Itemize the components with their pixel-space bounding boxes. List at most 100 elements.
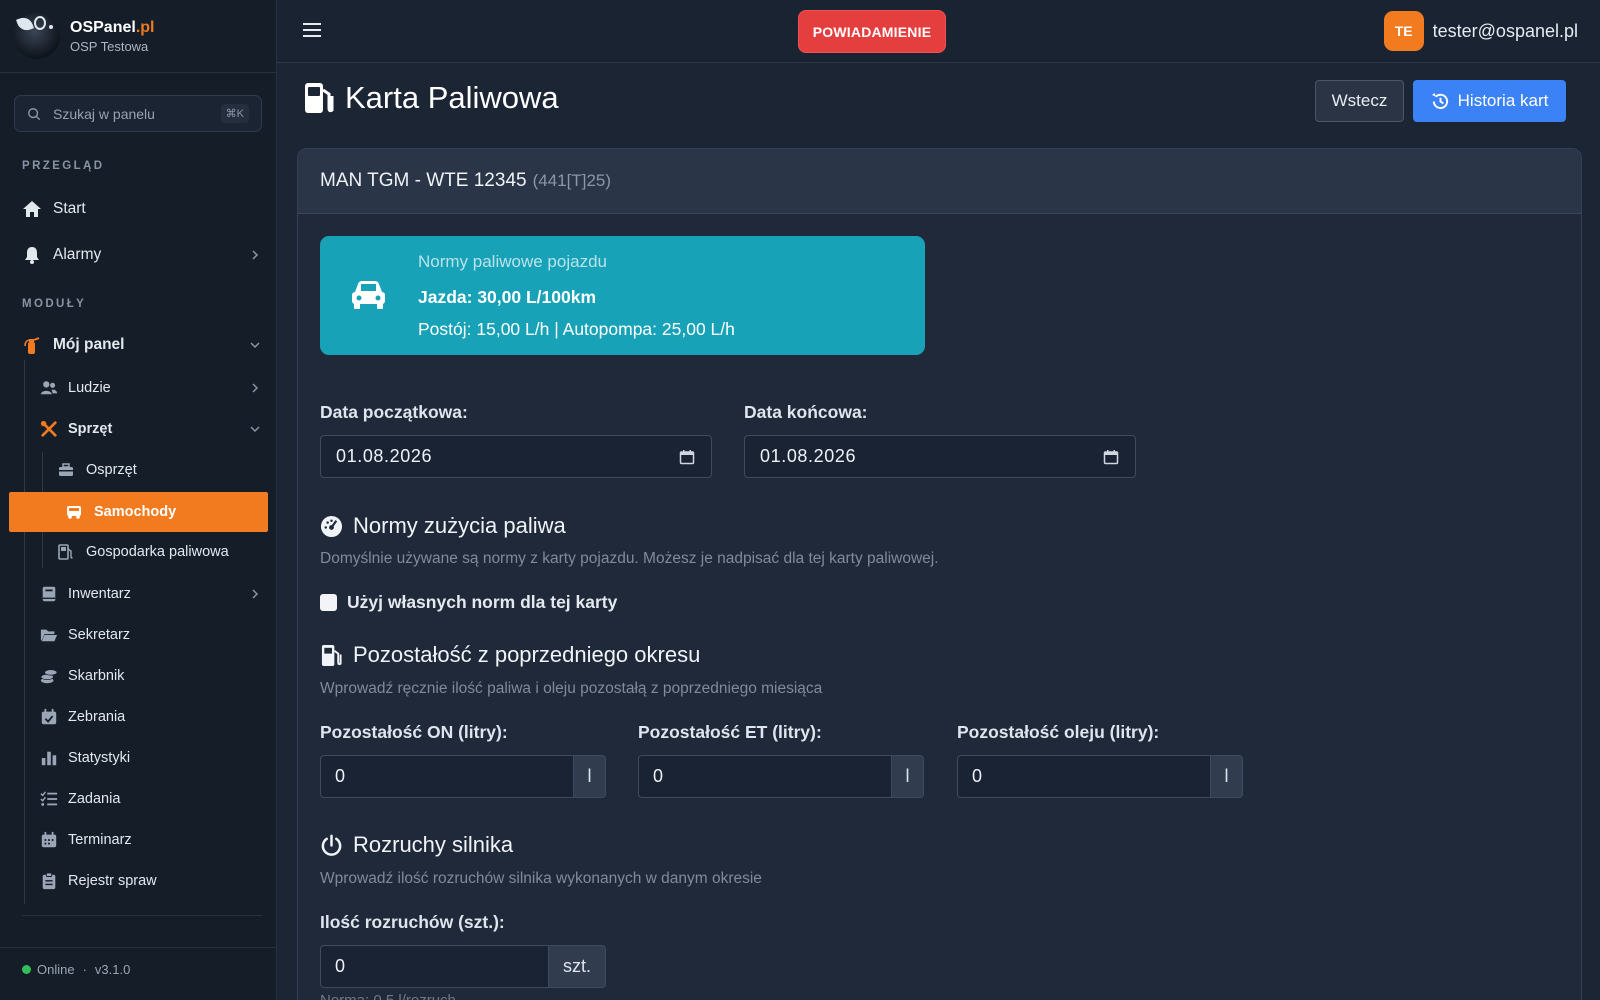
section-overview-label: PRZEGLĄD — [22, 160, 105, 172]
car-icon — [352, 281, 385, 309]
history-icon — [1431, 92, 1448, 109]
search-icon — [28, 107, 41, 120]
chevron-right-icon — [252, 383, 259, 393]
unit-liters: l — [891, 755, 924, 798]
home-icon — [23, 201, 41, 217]
user-menu[interactable]: TE tester@ospanel.pl — [1383, 11, 1578, 51]
tree-line — [24, 360, 25, 904]
calendar-icon — [41, 831, 57, 848]
leftover-et-label: Pozostałość ET (litry): — [638, 722, 822, 742]
engine-starts-title: Rozruchy silnika — [320, 832, 513, 858]
sidebar-item-fuel[interactable]: Gospodarka paliwowa — [58, 537, 258, 567]
brand-name: OSPanel.pl — [70, 18, 155, 36]
online-status-dot — [22, 965, 31, 974]
list-check-icon — [40, 791, 58, 806]
hamburger-menu-icon[interactable] — [303, 22, 321, 38]
starts-count-label: Ilość rozruchów (szt.): — [320, 912, 505, 932]
sidebar-item-secretary[interactable]: Sekretarz — [40, 620, 260, 650]
fire-extinguisher-icon — [24, 337, 40, 354]
back-button[interactable]: Wstecz — [1315, 80, 1404, 122]
sidebar-item-meetings[interactable]: Zebrania — [40, 702, 260, 732]
card-header: MAN TGM - WTE 12345 (441[T]25) — [298, 149, 1581, 214]
truck-icon — [67, 506, 81, 519]
date-start-label: Data początkowa: — [320, 402, 468, 422]
notification-button[interactable]: POWIADAMIENIE — [799, 11, 945, 52]
leftover-oil-input[interactable]: 0 l — [957, 755, 1243, 798]
search-shortcut: ⌘K — [220, 104, 249, 123]
vehicle-name: MAN TGM - WTE 12345 — [320, 170, 527, 191]
leftover-oil-label: Pozostałość oleju (litry): — [957, 722, 1160, 742]
vehicle-code: (441[T]25) — [532, 171, 612, 190]
leftover-title: Pozostałość z poprzedniego okresu — [320, 642, 700, 668]
sidebar-item-calendar[interactable]: Terminarz — [40, 825, 260, 855]
unit-pieces: szt. — [548, 945, 606, 988]
sidebar-item-alarms[interactable]: Alarmy — [22, 239, 260, 271]
sidebar-item-my-panel[interactable]: Mój panel — [22, 329, 260, 361]
date-start-input[interactable]: 01.08.2026 — [320, 435, 712, 478]
date-end-input[interactable]: 01.08.2026 — [744, 435, 1136, 478]
leftover-on-input[interactable]: 0 l — [320, 755, 606, 798]
sidebar-item-tasks[interactable]: Zadania — [40, 784, 260, 814]
calendar-icon[interactable] — [679, 449, 695, 465]
search-placeholder: Szukaj w panelu — [53, 105, 155, 122]
sidebar-divider — [0, 947, 277, 948]
brand-logo — [14, 13, 60, 59]
starts-count-input[interactable]: 0 szt. — [320, 945, 606, 988]
unit-liters: l — [1210, 755, 1243, 798]
users-icon — [40, 381, 58, 395]
sidebar-item-gear[interactable]: Osprzęt — [58, 455, 258, 485]
norms-details: Postój: 15,00 L/h | Autopompa: 25,00 L/h — [418, 319, 735, 339]
avatar: TE — [1383, 11, 1424, 51]
sidebar-item-inventory[interactable]: Inwentarz — [40, 579, 260, 609]
leftover-on-label: Pozostałość ON (litry): — [320, 722, 508, 742]
brand-subtitle: OSP Testowa — [70, 38, 149, 54]
chevron-down-icon — [250, 426, 260, 433]
sidebar-item-register[interactable]: Rejestr spraw — [40, 866, 260, 896]
sidebar-search[interactable]: Szukaj w panelu ⌘K — [14, 95, 262, 132]
sidebar-item-cars[interactable]: Samochody — [9, 492, 268, 532]
sidebar-item-treasurer[interactable]: Skarbnik — [40, 661, 260, 691]
power-icon — [321, 834, 342, 856]
sidebar-footer: Online · v3.1.0 — [22, 962, 130, 977]
date-end-label: Data końcowa: — [744, 402, 868, 422]
history-button[interactable]: Historia kart — [1413, 80, 1566, 122]
toolbox-icon — [59, 463, 73, 476]
sidebar-item-equipment[interactable]: Sprzęt — [40, 414, 260, 444]
coins-icon — [40, 669, 58, 684]
unit-liters: l — [573, 755, 606, 798]
fuel-norms-desc: Domyślnie używane są normy z karty pojaz… — [320, 550, 939, 567]
tools-icon — [40, 420, 57, 437]
version-text: v3.1.0 — [94, 962, 131, 977]
sidebar-item-people[interactable]: Ludzie — [40, 373, 260, 403]
custom-norms-checkbox[interactable]: Użyj własnych norm dla tej karty — [320, 592, 617, 613]
sidebar-divider — [22, 915, 262, 916]
book-icon — [42, 586, 56, 602]
fuel-norms-title: Normy zużycia paliwa — [320, 513, 566, 539]
checkbox-box[interactable] — [320, 594, 337, 611]
gauge-icon — [320, 515, 343, 537]
norms-box-title: Normy paliwowe pojazdu — [418, 252, 607, 271]
gas-pump-icon — [321, 644, 342, 666]
topbar: POWIADAMIENIE TE tester@ospanel.pl — [277, 0, 1600, 63]
starts-norm-hint: Norma: 0,5 l/rozruch — [320, 992, 456, 1000]
page-title: Karta Paliwowa — [303, 80, 559, 116]
engine-starts-desc: Wprowadź ilość rozruchów silnika wykonan… — [320, 870, 762, 887]
gas-pump-icon — [305, 83, 334, 113]
folder-open-icon — [40, 629, 58, 642]
clipboard-icon — [42, 872, 56, 890]
bell-icon — [25, 247, 39, 264]
brand[interactable]: OSPanel.pl OSP Testowa — [0, 0, 276, 73]
fuel-card: MAN TGM - WTE 12345 (441[T]25) Normy pal… — [297, 148, 1582, 1000]
sidebar-item-stats[interactable]: Statystyki — [40, 743, 260, 773]
sidebar-item-start[interactable]: Start — [22, 193, 260, 225]
chevron-right-icon — [252, 250, 259, 260]
chevron-right-icon — [252, 589, 259, 599]
user-email: tester@ospanel.pl — [1432, 20, 1578, 41]
calendar-check-icon — [41, 708, 57, 725]
status-text: Online — [37, 962, 75, 977]
leftover-desc: Wprowadź ręcznie ilość paliwa i oleju po… — [320, 680, 823, 697]
section-modules-label: MODUŁY — [22, 298, 87, 310]
leftover-et-input[interactable]: 0 l — [638, 755, 924, 798]
calendar-icon[interactable] — [1103, 449, 1119, 465]
bar-chart-icon — [41, 751, 57, 766]
